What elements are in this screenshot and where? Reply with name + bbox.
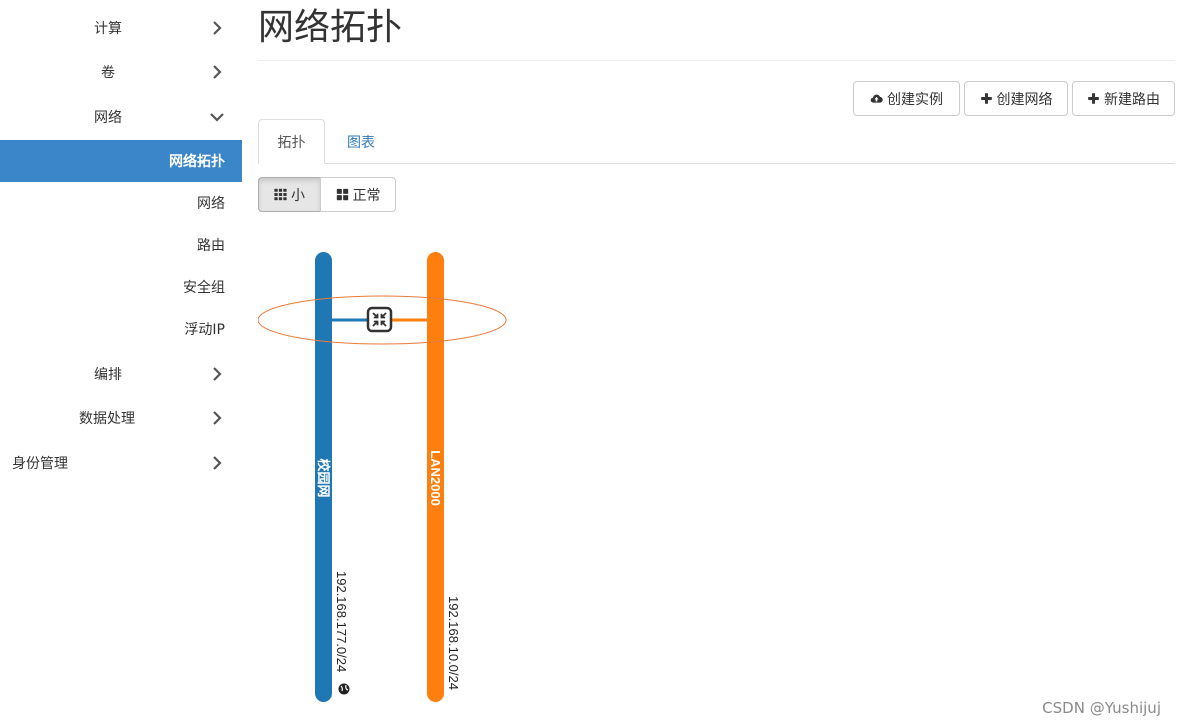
create-network-label: 创建网络 [996,91,1053,108]
cloud-upload-icon [870,94,883,103]
create-router-button[interactable]: 新建路由 [1072,81,1175,116]
sidebar-subitem-routers[interactable]: 路由 [0,224,242,266]
create-router-label: 新建路由 [1104,91,1160,108]
watermark: CSDN @Yushijuj [1042,699,1161,717]
network-cidr-campus: 192.168.177.0/24 [334,571,349,672]
plus-icon [1088,93,1099,104]
sidebar-subitem-label: 浮动IP [184,322,225,338]
sidebar-subitem-label: 网络 [197,196,225,212]
sidebar-subitem-label: 路由 [197,238,225,254]
network-cidr-lan2000: 192.168.10.0/24 [446,596,461,690]
sidebar: 计算 卷 网络 网络拓扑 网络 路由 安全组 浮动IP 编排 数据处理 身份管理 [0,0,242,727]
sidebar-item-network[interactable]: 网络 [0,97,242,137]
chevron-right-icon [213,456,222,470]
sidebar-item-label: 身份管理 [12,456,68,472]
sidebar-item-label: 计算 [94,21,122,37]
sidebar-item-data-processing[interactable]: 数据处理 [0,398,242,438]
create-instance-label: 创建实例 [887,91,943,108]
chevron-right-icon [213,367,222,381]
sidebar-item-label: 网络 [94,110,122,126]
router-icon[interactable] [366,306,393,333]
chevron-right-icon [213,21,222,35]
sidebar-item-label: 数据处理 [79,411,135,427]
sidebar-subitem-security-groups[interactable]: 安全组 [0,266,242,308]
sidebar-item-volume[interactable]: 卷 [0,52,242,92]
chevron-down-icon [210,113,224,122]
sidebar-item-orchestration[interactable]: 编排 [0,354,242,394]
sidebar-subitem-label: 安全组 [183,280,225,296]
sidebar-subitem-floating-ips[interactable]: 浮动IP [0,308,242,350]
sidebar-item-label: 卷 [101,65,115,81]
plus-icon [980,93,992,104]
globe-icon [338,683,350,695]
sidebar-subitem-label: 网络拓扑 [169,154,225,170]
network-name-campus: 校园网 [316,458,331,497]
chevron-right-icon [213,411,222,425]
sidebar-item-compute[interactable]: 计算 [0,8,242,48]
main-content: 网络拓扑 创建实例 创建网络 新建路由 拓扑 图表 小 正常 校园网 LAN20… [258,0,1175,727]
create-network-button[interactable]: 创建网络 [964,81,1068,116]
create-instance-button[interactable]: 创建实例 [853,81,960,116]
sidebar-subitem-networks[interactable]: 网络 [0,182,242,224]
sidebar-item-identity[interactable]: 身份管理 [0,443,242,483]
topology-canvas: 校园网 LAN2000 192.168.177.0/24 192.168.10.… [258,252,507,702]
sidebar-item-label: 编排 [94,367,122,383]
sidebar-subitem-network-topology[interactable]: 网络拓扑 [0,140,242,182]
chevron-right-icon [213,65,222,79]
network-name-lan2000: LAN2000 [428,450,443,506]
